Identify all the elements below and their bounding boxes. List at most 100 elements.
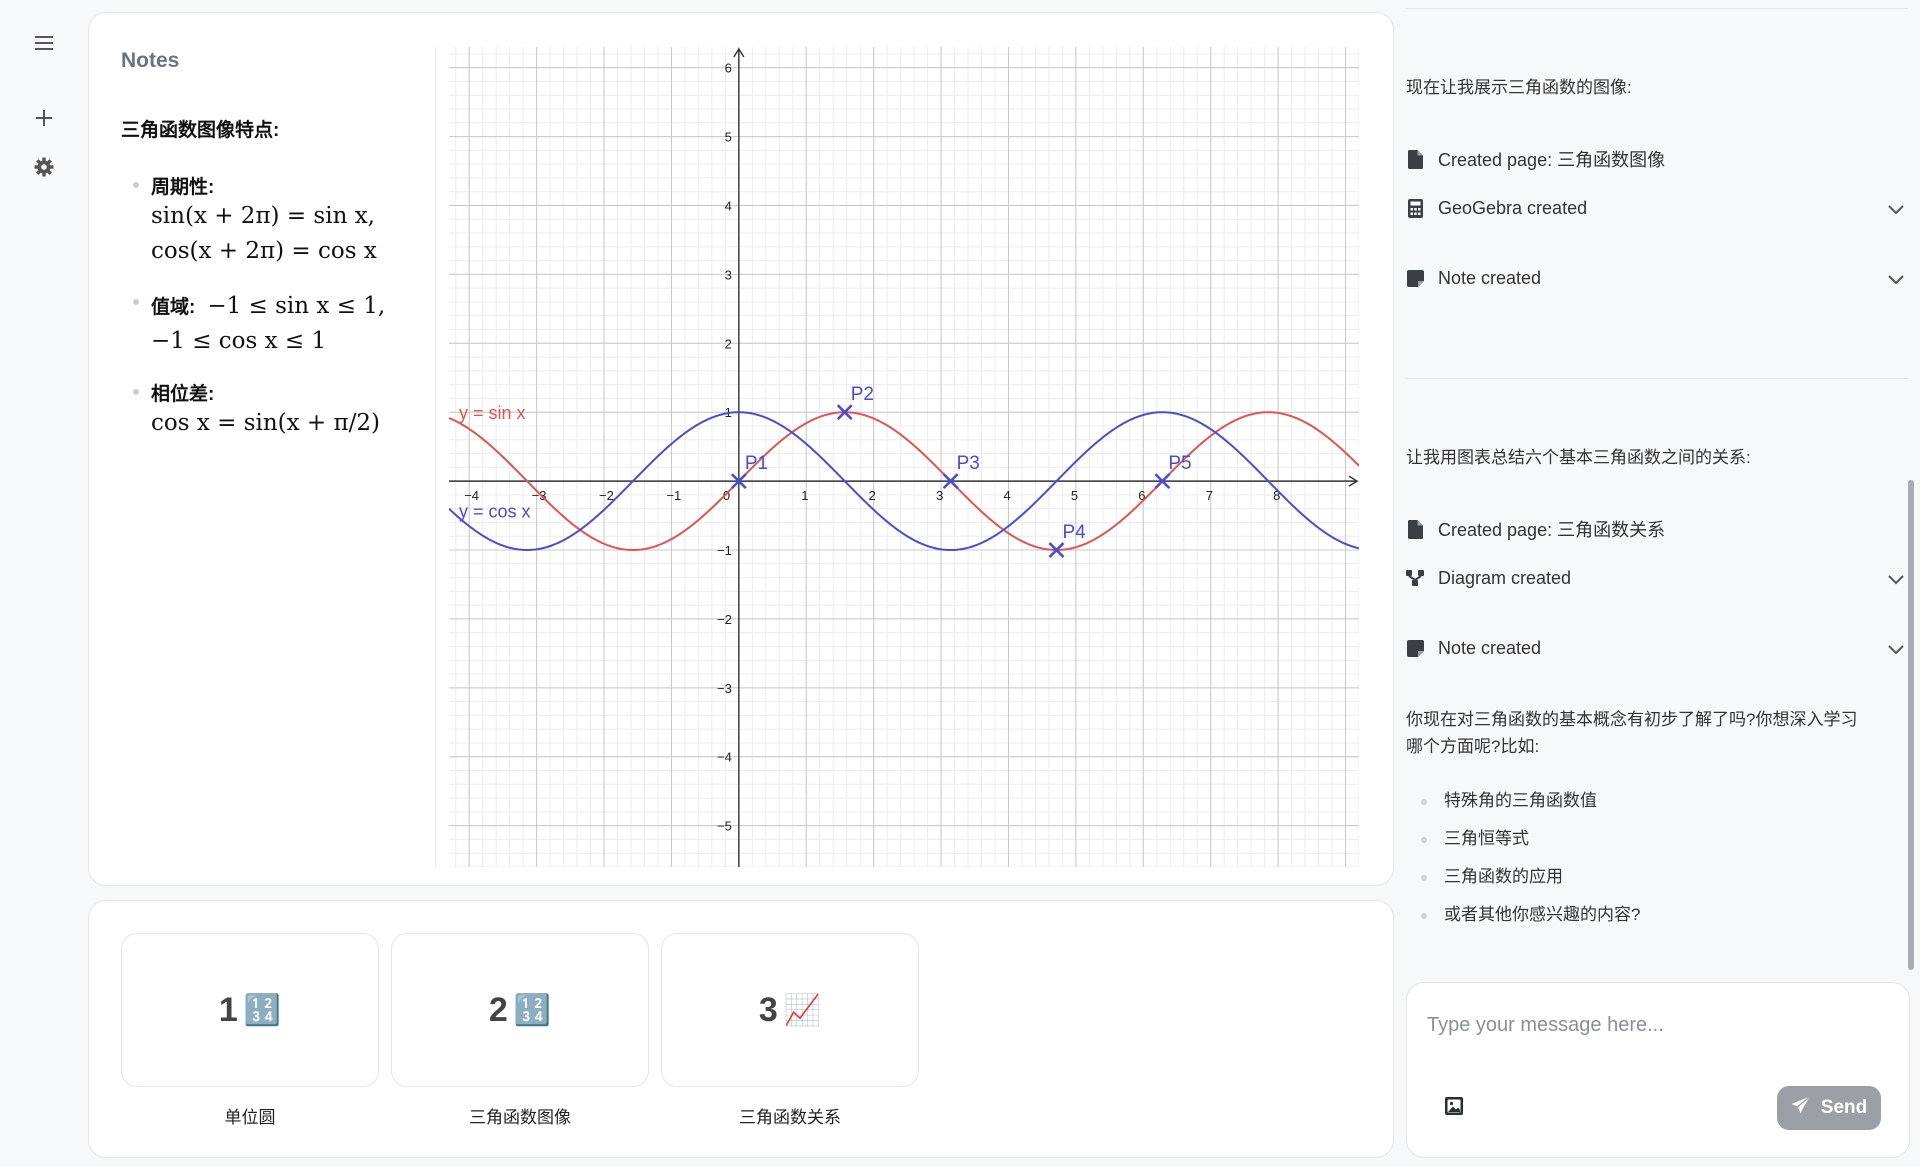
graph-background bbox=[449, 47, 1359, 867]
file-icon bbox=[1406, 149, 1424, 169]
y-tick-label: −5 bbox=[717, 819, 732, 834]
note-item-range: 值域: −1 ≤ sin x ≤ 1, −1 ≤ cos x ≤ 1 bbox=[121, 289, 421, 359]
tool-label: GeoGebra created bbox=[1438, 197, 1588, 218]
note-label: 相位差: bbox=[151, 384, 215, 405]
tool-label: Note created bbox=[1438, 267, 1542, 288]
x-tick-label: −3 bbox=[532, 488, 547, 503]
page-number: 3 bbox=[758, 990, 778, 1029]
numbers-icon: 🔢 bbox=[243, 993, 282, 1027]
x-tick-label: 2 bbox=[869, 488, 876, 503]
note-line: 值域: −1 ≤ sin x ≤ 1, bbox=[151, 289, 421, 324]
point-label: P1 bbox=[745, 453, 768, 474]
send-icon bbox=[1791, 1095, 1811, 1120]
tool-label: Note created bbox=[1438, 637, 1542, 658]
chevron-down-icon[interactable] bbox=[1888, 639, 1904, 660]
y-tick-label: 2 bbox=[725, 336, 732, 351]
numbers-icon: 🔢 bbox=[513, 993, 552, 1027]
x-tick-label: −1 bbox=[666, 488, 681, 503]
tool-label: Created page: 三角函数关系 bbox=[1438, 520, 1666, 540]
page-number: 1 bbox=[218, 990, 238, 1029]
tool-geogebra-created[interactable]: GeoGebra created bbox=[1406, 193, 1908, 223]
chat-scrollbar[interactable] bbox=[1908, 480, 1914, 970]
page-tile-2[interactable]: 2 🔢 bbox=[391, 933, 649, 1087]
notes-heading: 三角函数图像特点: bbox=[121, 120, 280, 141]
chart-icon: 📈 bbox=[783, 993, 822, 1027]
point-label: P4 bbox=[1063, 522, 1087, 543]
page-label: 三角函数关系 bbox=[739, 1108, 841, 1127]
note-icon bbox=[1406, 268, 1424, 288]
list-item: 特殊角的三角函数值 bbox=[1406, 785, 1640, 823]
page-selector: 1 🔢 单位圆 2 🔢 三角函数图像 3 📈 三角函数关系 bbox=[88, 900, 1394, 1158]
cos-curve-label: y = cos x bbox=[459, 502, 531, 522]
menu-icon[interactable] bbox=[32, 31, 56, 55]
tool-label: Diagram created bbox=[1438, 567, 1572, 588]
list-item: 或者其他你感兴趣的内容? bbox=[1406, 899, 1640, 937]
x-tick-label: 5 bbox=[1071, 488, 1078, 503]
x-tick-label: −2 bbox=[599, 488, 614, 503]
note-label: 周期性: bbox=[151, 177, 215, 198]
message-composer: Send bbox=[1406, 982, 1910, 1158]
y-tick-label: 5 bbox=[725, 130, 732, 145]
main-content-card: Notes 三角函数图像特点: 周期性: sin(x + 2π) = sin x… bbox=[88, 12, 1394, 886]
chat-message: 你现在对三角函数的基本概念有初步了解了吗?你想深入学习 哪个方面呢?比如: bbox=[1406, 706, 1857, 760]
note-formula: sin(x + 2π) = sin x, bbox=[151, 203, 375, 229]
note-icon bbox=[1406, 638, 1424, 658]
list-item: 三角恒等式 bbox=[1406, 823, 1640, 861]
tool-note-created[interactable]: Note created bbox=[1406, 633, 1908, 663]
tool-label: Created page: 三角函数图像 bbox=[1438, 150, 1666, 170]
image-upload-icon[interactable] bbox=[1445, 1097, 1467, 1119]
chat-panel: 现在让我展示三角函数的图像: Created page: 三角函数图像 GeoG… bbox=[1406, 0, 1920, 1167]
geogebra-graph[interactable]: −4 −3 −2 −1 0 1 2 3 4 5 6 7 8−5−4−3−2−1123456y = sin… bbox=[449, 47, 1359, 867]
chevron-down-icon[interactable] bbox=[1888, 569, 1904, 590]
notes-panel: Notes 三角函数图像特点: 周期性: sin(x + 2π) = sin x… bbox=[121, 49, 421, 461]
list-item: 三角函数的应用 bbox=[1406, 861, 1640, 899]
note-item-phase: 相位差: cos x = sin(x + π/2) bbox=[121, 379, 421, 441]
page-label: 单位圆 bbox=[224, 1108, 276, 1127]
note-formula: cos(x + 2π) = cos x bbox=[151, 238, 377, 264]
chevron-down-icon[interactable] bbox=[1888, 199, 1904, 220]
note-formula: cos x = sin(x + π/2) bbox=[151, 410, 380, 436]
tool-created-page[interactable]: Created page: 三角函数图像 bbox=[1406, 144, 1908, 174]
calculator-icon bbox=[1406, 198, 1424, 218]
send-button[interactable]: Send bbox=[1777, 1086, 1881, 1130]
chat-divider bbox=[1406, 8, 1908, 9]
chat-message: 让我用图表总结六个基本三角函数之间的关系: bbox=[1406, 448, 1751, 467]
diagram-icon bbox=[1406, 568, 1424, 588]
note-formula: −1 ≤ cos x ≤ 1 bbox=[151, 328, 327, 354]
page-tile-1[interactable]: 1 🔢 bbox=[121, 933, 379, 1087]
notes-list: 周期性: sin(x + 2π) = sin x, cos(x + 2π) = … bbox=[121, 172, 421, 441]
point-label: P3 bbox=[957, 453, 980, 474]
file-icon bbox=[1406, 519, 1424, 539]
gear-icon[interactable] bbox=[32, 155, 56, 179]
page-item-3: 3 📈 三角函数关系 bbox=[661, 933, 919, 1128]
chat-message-line: 哪个方面呢?比如: bbox=[1406, 737, 1540, 756]
page-number: 2 bbox=[488, 990, 508, 1029]
sin-curve-label: y = sin x bbox=[459, 403, 526, 423]
send-label: Send bbox=[1820, 1097, 1868, 1118]
x-tick-label: 3 bbox=[936, 488, 943, 503]
x-tick-label: 1 bbox=[801, 488, 808, 503]
tool-diagram-created[interactable]: Diagram created bbox=[1406, 563, 1908, 593]
left-rail bbox=[0, 0, 88, 1167]
chat-divider bbox=[1406, 378, 1908, 379]
y-tick-label: 4 bbox=[725, 198, 732, 213]
chevron-down-icon[interactable] bbox=[1888, 269, 1904, 290]
tool-created-page[interactable]: Created page: 三角函数关系 bbox=[1406, 514, 1908, 544]
chat-message-line: 你现在对三角函数的基本概念有初步了解了吗?你想深入学习 bbox=[1406, 710, 1858, 729]
page-item-1: 1 🔢 单位圆 bbox=[121, 933, 379, 1128]
plus-icon[interactable] bbox=[32, 106, 56, 130]
notes-divider bbox=[435, 47, 436, 867]
note-item-periodicity: 周期性: sin(x + 2π) = sin x, cos(x + 2π) = … bbox=[121, 172, 421, 269]
point-label: P2 bbox=[851, 384, 874, 405]
notes-title: Notes bbox=[121, 49, 180, 72]
page-item-2: 2 🔢 三角函数图像 bbox=[391, 933, 649, 1128]
y-tick-label: 3 bbox=[725, 267, 732, 282]
suggestion-list: 特殊角的三角函数值 三角恒等式 三角函数的应用 或者其他你感兴趣的内容? bbox=[1406, 785, 1640, 937]
page-label: 三角函数图像 bbox=[469, 1108, 571, 1127]
page-tile-3[interactable]: 3 📈 bbox=[661, 933, 919, 1087]
message-input[interactable] bbox=[1427, 1005, 1887, 1045]
point-label: P5 bbox=[1168, 453, 1191, 474]
y-tick-label: −2 bbox=[717, 612, 732, 627]
tool-note-created[interactable]: Note created bbox=[1406, 263, 1908, 293]
x-tick-label: 4 bbox=[1003, 488, 1010, 503]
